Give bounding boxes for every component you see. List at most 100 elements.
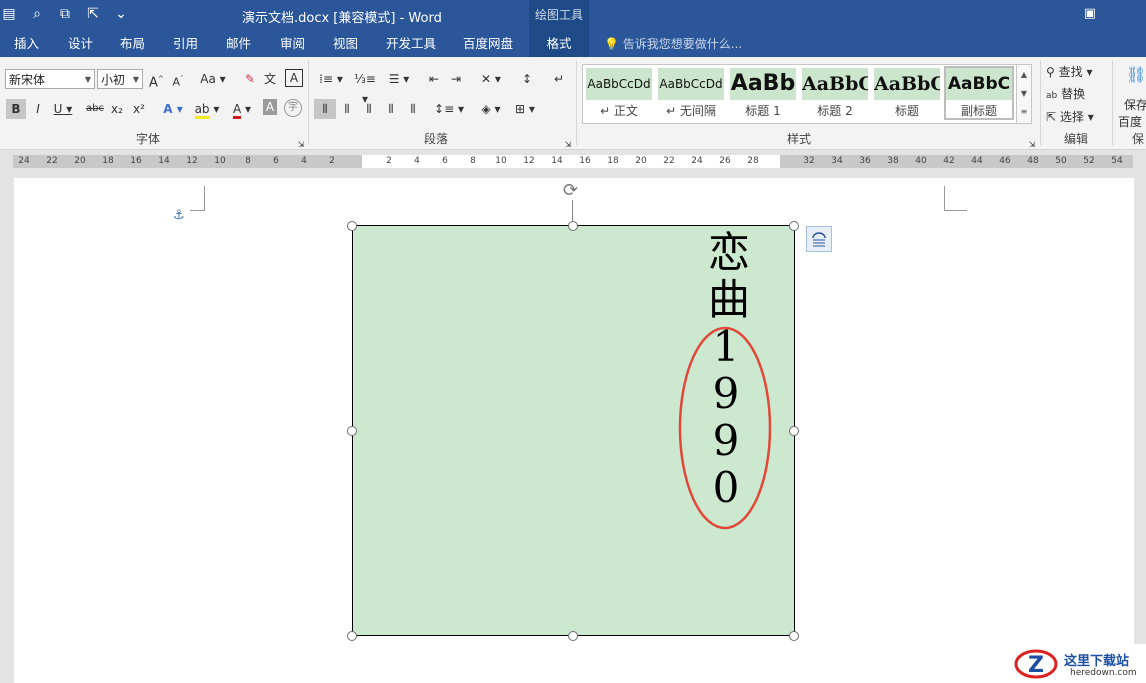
- phonetic-guide-label: 文: [263, 72, 276, 86]
- grow-font-button[interactable]: A^: [149, 69, 164, 91]
- styles-gallery: AaBbCcDd ↵ 正文 AaBbCcDd ↵ 无间隔 AaBb 标题 1 A…: [582, 64, 1017, 124]
- decrease-indent-icon[interactable]: ⇤: [425, 69, 443, 89]
- style-title[interactable]: AaBbC 标题: [874, 68, 940, 118]
- tell-me-search[interactable]: 💡 告诉我您想要做什么...: [604, 31, 742, 57]
- phonetic-guide-button[interactable]: 文: [262, 69, 278, 89]
- style-heading-1[interactable]: AaBb 标题 1: [730, 68, 796, 118]
- ruler-tick: 18: [607, 156, 619, 166]
- copy-format-icon[interactable]: ⧉: [56, 6, 74, 22]
- superscript-button[interactable]: x²: [130, 99, 148, 119]
- ruler-tick: 6: [273, 156, 279, 166]
- text-effects-icon[interactable]: A ▾: [160, 99, 186, 119]
- style-subtitle[interactable]: AaBbC 副标题: [944, 66, 1014, 120]
- style-no-spacing[interactable]: AaBbCcDd ↵ 无间隔: [658, 68, 724, 118]
- shading-icon[interactable]: ◈ ▾: [476, 99, 506, 119]
- tab-baidu-netdisk[interactable]: 百度网盘: [463, 31, 513, 57]
- ruler-tick: 16: [579, 156, 591, 166]
- highlight-button[interactable]: ab ▾: [192, 99, 222, 119]
- italic-button[interactable]: I: [29, 99, 47, 119]
- tab-format[interactable]: 格式: [529, 31, 589, 57]
- paragraph-group-label: 段落: [424, 132, 449, 146]
- strikethrough-button[interactable]: abc: [84, 99, 106, 119]
- group-separator: [1112, 61, 1113, 145]
- style-sample: AaBb: [730, 68, 796, 100]
- document-title: 演示文档.docx [兼容模式] - Word: [242, 11, 442, 26]
- character-shading-button[interactable]: A: [263, 99, 277, 115]
- tab-mailings[interactable]: 邮件: [226, 31, 251, 57]
- tab-insert[interactable]: 插入: [14, 31, 39, 57]
- resize-handle[interactable]: [568, 221, 578, 231]
- align-left-icon[interactable]: ⦀: [314, 99, 336, 119]
- increase-indent-icon[interactable]: ⇥: [447, 69, 465, 89]
- resize-handle[interactable]: [789, 631, 799, 641]
- resize-handle[interactable]: [568, 631, 578, 641]
- font-color-button[interactable]: A ▾: [227, 99, 257, 119]
- group-separator: [308, 61, 309, 145]
- link-icon[interactable]: ⛓: [1126, 65, 1146, 85]
- horizontal-ruler[interactable]: 24 22 20 18 16 14 12 10 8 6 4 2 2 4 6 8 …: [0, 150, 1146, 170]
- shape-char: 曲: [708, 275, 751, 324]
- qat-dropdown-icon[interactable]: ⌄: [112, 6, 130, 22]
- tab-layout[interactable]: 布局: [120, 31, 145, 57]
- tab-developer[interactable]: 开发工具: [386, 31, 436, 57]
- grow-font-label: A: [149, 75, 158, 91]
- resize-handle[interactable]: [347, 426, 357, 436]
- style-normal[interactable]: AaBbCcDd ↵ 正文: [586, 68, 652, 118]
- show-marks-icon[interactable]: ↵: [550, 69, 568, 89]
- resize-handle[interactable]: [347, 221, 357, 231]
- center-icon[interactable]: ⦀: [338, 99, 356, 119]
- line-spacing-icon[interactable]: ↕≡ ▾: [434, 99, 464, 119]
- align-right-icon[interactable]: ⦀: [360, 99, 378, 119]
- print-preview-icon[interactable]: ⌕: [28, 6, 46, 22]
- chevron-down-icon[interactable]: ▼: [1017, 84, 1031, 103]
- styles-gallery-scroll[interactable]: ▲ ▼ ≡: [1016, 64, 1032, 124]
- styles-group-label: 样式: [787, 132, 812, 146]
- ruler-tick: 32: [803, 156, 815, 166]
- tab-view[interactable]: 视图: [333, 31, 358, 57]
- tab-design[interactable]: 设计: [68, 31, 93, 57]
- layout-options-button[interactable]: [806, 226, 832, 252]
- underline-button[interactable]: U ▾: [51, 99, 75, 119]
- chevron-up-icon[interactable]: ▲: [1017, 65, 1031, 84]
- tab-references[interactable]: 引用: [173, 31, 198, 57]
- replace-button[interactable]: ab 替换: [1046, 84, 1106, 104]
- customize-icon[interactable]: ▤: [0, 6, 18, 22]
- borders-icon[interactable]: ⊞ ▾: [510, 99, 540, 119]
- clear-formatting-icon[interactable]: ✎: [242, 69, 258, 89]
- find-button[interactable]: ⚲ 查找 ▾: [1046, 62, 1106, 82]
- change-case-button[interactable]: Aa ▾: [199, 69, 227, 89]
- ribbon-display-options-icon[interactable]: ▣: [1084, 6, 1096, 21]
- justify-icon[interactable]: ⦀: [382, 99, 400, 119]
- save-baidu-label-2[interactable]: 百度: [1118, 112, 1146, 132]
- bullets-icon[interactable]: ⁞≡ ▾: [316, 69, 346, 89]
- ruler-tick: 10: [214, 156, 226, 166]
- subscript-button[interactable]: x₂: [108, 99, 126, 119]
- sort-icon[interactable]: ↕: [518, 69, 536, 89]
- style-heading-2[interactable]: AaBbC 标题 2: [802, 68, 868, 118]
- tab-review[interactable]: 审阅: [280, 31, 305, 57]
- italic-label: I: [36, 102, 40, 116]
- character-border-icon[interactable]: A: [285, 69, 303, 87]
- enclose-characters-button[interactable]: 字: [284, 99, 302, 117]
- ruler-tick: 42: [943, 156, 955, 166]
- font-size-combo[interactable]: 小初 ▼: [97, 69, 143, 89]
- bold-button[interactable]: B: [6, 99, 26, 119]
- document-page[interactable]: ⚓: [14, 178, 1134, 683]
- resize-handle[interactable]: [789, 426, 799, 436]
- multilevel-list-icon[interactable]: ☰ ▾: [384, 69, 414, 89]
- ruler-tick: 24: [691, 156, 703, 166]
- ruler-tick: 4: [414, 156, 420, 166]
- more-styles-icon[interactable]: ≡: [1017, 103, 1031, 121]
- distributed-icon[interactable]: ⦀: [404, 99, 422, 119]
- select-button[interactable]: ⇱ 选择 ▾: [1046, 107, 1106, 127]
- replace-icon: ab: [1046, 91, 1058, 101]
- ruler-tick: 38: [887, 156, 899, 166]
- select-pointer-icon[interactable]: ⇱: [84, 6, 102, 22]
- font-name-combo[interactable]: 新宋体 ▼: [5, 69, 95, 89]
- numbering-icon[interactable]: ⅓≡ ▾: [350, 69, 380, 106]
- chinese-layout-icon[interactable]: ✕ ▾: [476, 69, 506, 89]
- resize-handle[interactable]: [789, 221, 799, 231]
- resize-handle[interactable]: [347, 631, 357, 641]
- shrink-font-button[interactable]: Aˇ: [171, 69, 185, 89]
- rotate-handle-icon[interactable]: ⟳: [563, 180, 578, 201]
